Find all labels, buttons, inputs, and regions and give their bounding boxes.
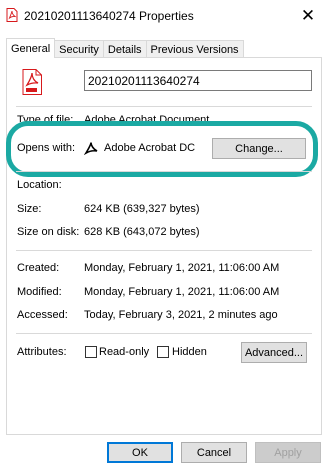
- opens-with-highlight: [6, 121, 318, 177]
- size-label: Size:: [17, 203, 42, 215]
- ok-button[interactable]: OK: [107, 442, 173, 463]
- pdf-file-icon: [6, 8, 18, 22]
- apply-button[interactable]: Apply: [255, 442, 321, 463]
- close-button[interactable]: ✕: [289, 2, 327, 30]
- file-name-field[interactable]: [84, 70, 312, 91]
- pdf-file-icon: [22, 69, 42, 95]
- modified-label: Modified:: [17, 286, 62, 298]
- attributes-label: Attributes:: [17, 346, 67, 358]
- size-on-disk-value: 628 KB (643,072 bytes): [84, 226, 200, 238]
- accessed-label: Accessed:: [17, 309, 68, 321]
- tab-general[interactable]: General: [6, 38, 56, 58]
- modified-value: Monday, February 1, 2021, 11:06:00 AM: [84, 286, 280, 298]
- divider: [16, 250, 312, 251]
- created-label: Created:: [17, 262, 60, 274]
- size-value: 624 KB (639,327 bytes): [84, 203, 200, 215]
- close-icon: ✕: [300, 6, 316, 25]
- tab-strip: General Security Details Previous Versio…: [6, 38, 244, 58]
- tab-details[interactable]: Details: [102, 40, 147, 58]
- advanced-button[interactable]: Advanced...: [241, 342, 307, 363]
- hidden-label: Hidden: [172, 346, 207, 358]
- divider: [16, 333, 312, 334]
- readonly-checkbox[interactable]: [85, 346, 97, 358]
- tab-previous-versions[interactable]: Previous Versions: [145, 40, 244, 58]
- divider: [16, 171, 312, 172]
- window-title: 20210201113640274 Properties: [24, 9, 194, 23]
- hidden-checkbox[interactable]: [157, 346, 169, 358]
- accessed-value: Today, February 3, 2021, 2 minutes ago: [84, 309, 278, 321]
- cancel-button[interactable]: Cancel: [181, 442, 247, 463]
- tab-security[interactable]: Security: [54, 40, 104, 58]
- title-bar: 20210201113640274 Properties ✕: [0, 0, 327, 30]
- readonly-label: Read-only: [99, 346, 150, 358]
- divider: [16, 106, 312, 107]
- created-value: Monday, February 1, 2021, 11:06:00 AM: [84, 262, 280, 274]
- size-on-disk-label: Size on disk:: [17, 226, 80, 238]
- location-label: Location:: [17, 179, 62, 191]
